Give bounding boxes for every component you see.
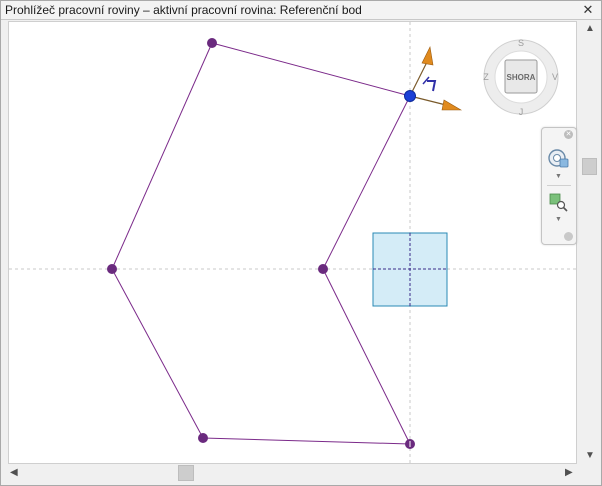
sketch-point[interactable] [318, 264, 328, 274]
sketch-points [107, 38, 415, 449]
axis-arrow-right-icon[interactable] [441, 99, 463, 111]
steering-wheel-icon[interactable] [547, 148, 571, 170]
chevron-left-icon[interactable]: ◀ [10, 468, 18, 478]
viewcube[interactable]: SHORA S J V Z [483, 38, 559, 117]
compass-south[interactable]: J [519, 107, 524, 117]
compass-west[interactable]: Z [483, 72, 489, 82]
chevron-right-icon[interactable]: ▶ [565, 468, 573, 478]
sketch-lines [111, 42, 411, 445]
sketch-point[interactable] [198, 433, 208, 443]
chevron-down-icon[interactable]: ▼ [555, 216, 562, 223]
sketch-line[interactable] [111, 42, 213, 270]
chevron-down-icon[interactable]: ▼ [555, 173, 562, 180]
sketch-point[interactable] [207, 38, 217, 48]
axis-arrow-up-icon[interactable] [421, 46, 434, 66]
horizontal-scroll-thumb[interactable] [178, 465, 194, 481]
rotation-handle-icon[interactable] [427, 80, 437, 92]
vertical-scrollbar[interactable]: ▲ ▼ [580, 21, 600, 464]
active-reference-point[interactable] [404, 90, 416, 102]
navigation-bar: ✕ ▼ ▼ [541, 127, 577, 245]
zoom-icon[interactable] [549, 192, 569, 212]
chevron-down-icon[interactable]: ▼ [585, 451, 595, 461]
grip-icon[interactable] [564, 232, 573, 241]
sketch-point[interactable] [107, 264, 117, 274]
title-bar: Prohlížeč pracovní roviny – aktivní prac… [1, 1, 601, 20]
viewcube-face-label: SHORA [507, 73, 536, 82]
nav-separator [547, 185, 571, 186]
compass-north[interactable]: S [518, 38, 524, 48]
sketch-line[interactable] [111, 268, 204, 439]
horizontal-scrollbar[interactable]: ◀ ▶ [8, 464, 578, 482]
drawing-canvas[interactable]: SHORA S J V Z [8, 21, 577, 464]
sketch-svg: SHORA S J V Z [9, 22, 576, 463]
chevron-up-icon[interactable]: ▲ [585, 24, 595, 34]
close-icon[interactable]: ✕ [581, 2, 595, 17]
sketch-line[interactable] [211, 42, 411, 97]
close-icon[interactable]: ✕ [564, 130, 573, 139]
window-title: Prohlížeč pracovní roviny – aktivní prac… [5, 3, 362, 17]
reference-point-gizmo[interactable] [404, 46, 463, 111]
vertical-scroll-thumb[interactable] [582, 158, 597, 175]
workplane-viewer-window: Prohlížeč pracovní roviny – aktivní prac… [0, 0, 602, 486]
compass-east[interactable]: V [552, 72, 558, 82]
sketch-line[interactable] [202, 437, 411, 445]
